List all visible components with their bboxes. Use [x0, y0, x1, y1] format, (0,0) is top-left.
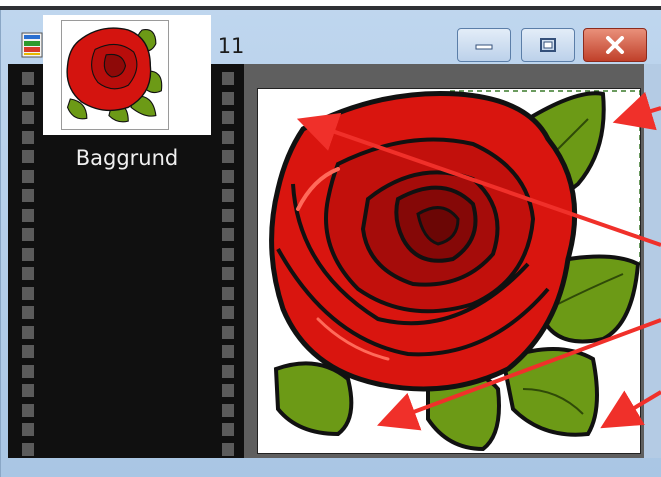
arrow-top-right	[612, 91, 661, 131]
arrow-to-top-left	[296, 112, 661, 247]
annotation-arrows	[296, 91, 661, 431]
arrow-to-bottom-left	[377, 318, 661, 431]
arrow-to-bottom-right	[600, 390, 661, 429]
